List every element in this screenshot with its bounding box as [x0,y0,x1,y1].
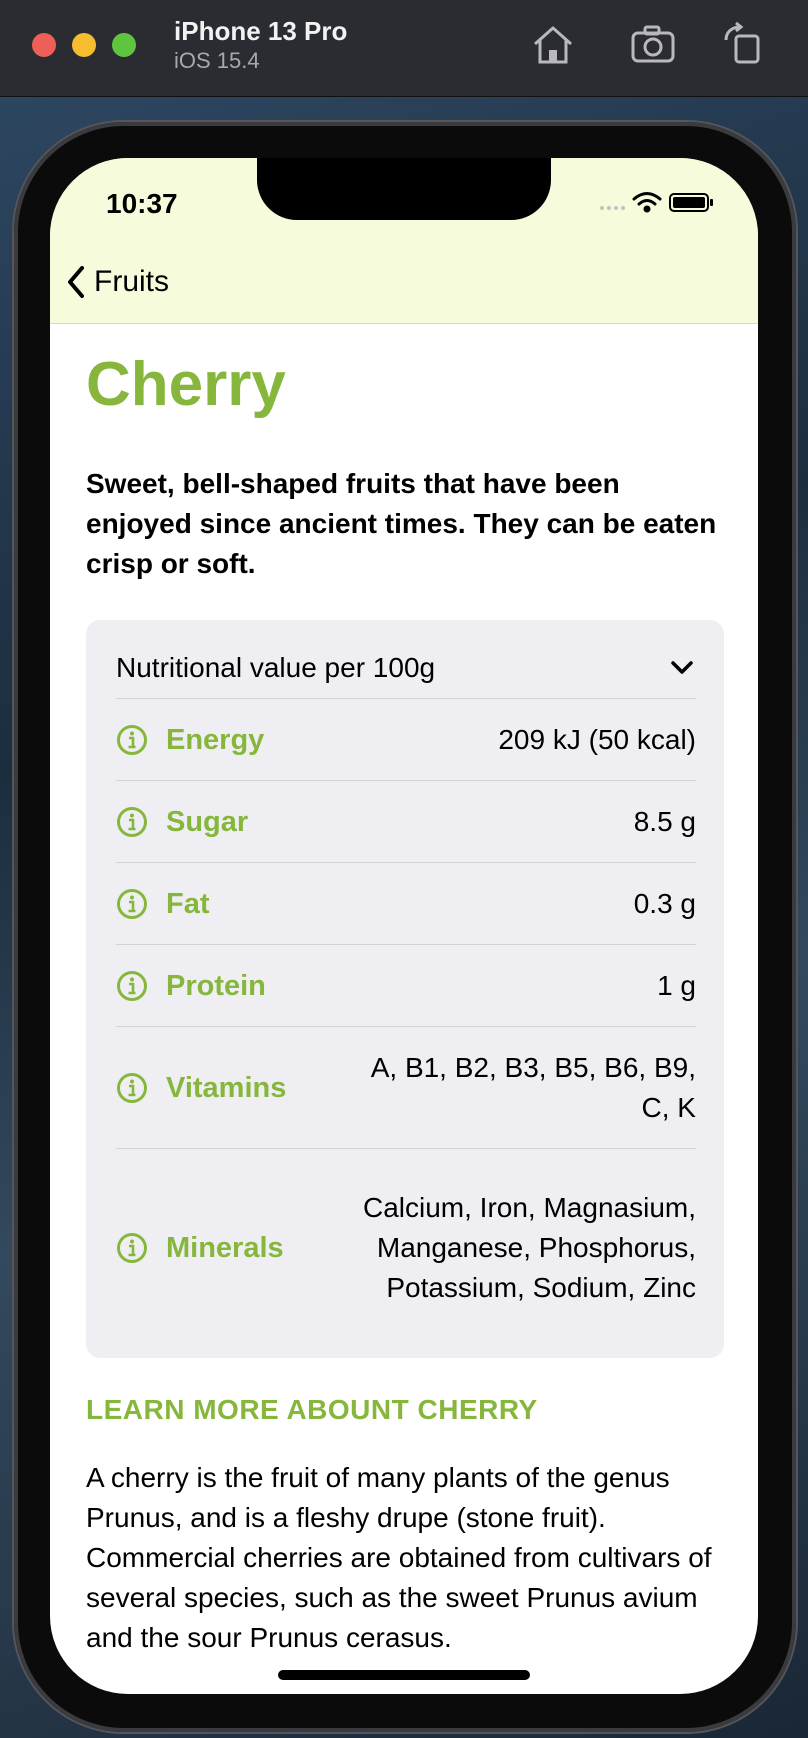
nutrition-disclosure-header[interactable]: Nutritional value per 100g [116,638,696,699]
nutrition-label: Fat [166,887,210,920]
nutrition-value: Calcium, Iron, Magnasium, Manganese, Pho… [362,1192,696,1303]
nutrition-header-label: Nutritional value per 100g [116,652,436,683]
learn-more-heading: LEARN MORE ABOUNT CHERRY [86,1394,538,1425]
signal-icon [600,206,625,210]
nutrition-label: Minerals [166,1231,284,1264]
nutrition-label: Sugar [166,805,249,838]
nutrition-value: 209 kJ (50 kcal) [498,724,696,755]
nutrition-row-sugar: Sugar 8.5 g [116,782,696,863]
nutrition-value: 0.3 g [633,888,696,919]
back-button[interactable]: Fruits [62,260,169,304]
nutrition-row-vitamins: Vitamins A, B1, B2, B3, B5, B6, B9, C, K [116,1028,696,1149]
nutrition-value: 8.5 g [633,806,696,837]
info-circle-icon [117,1073,147,1103]
nutrition-card: Nutritional value per 100g Energy 209 kJ… [86,620,724,1358]
minimize-window-button[interactable] [72,33,96,57]
info-circle-icon [117,725,147,755]
info-circle-icon [117,971,147,1001]
close-window-button[interactable] [32,33,56,57]
nutrition-row-protein: Protein 1 g [116,946,696,1027]
status-icons [600,192,713,213]
fruit-title: Cherry [86,350,286,419]
battery-icon [669,193,713,212]
rotate-icon[interactable] [722,22,768,68]
os-version: iOS 15.4 [174,48,260,73]
home-indicator[interactable] [278,1670,530,1680]
nutrition-label: Vitamins [166,1071,287,1104]
info-circle-icon [117,1233,147,1263]
device-name: iPhone 13 Pro [174,16,348,46]
info-circle-icon [117,889,147,919]
nutrition-label: Protein [166,969,266,1002]
wifi-icon [632,192,662,213]
home-icon[interactable] [530,22,576,68]
fruit-description: A cherry is the fruit of many plants of … [86,1462,712,1653]
zoom-window-button[interactable] [112,33,136,57]
screenshot-icon[interactable] [630,22,676,68]
chevron-left-icon [68,266,84,298]
back-button-label: Fruits [94,265,169,298]
notch [257,158,551,220]
nutrition-value: 1 g [657,970,696,1001]
nutrition-row-energy: Energy 209 kJ (50 kcal) [116,700,696,781]
simulator-title-bar: iPhone 13 Pro iOS 15.4 [0,0,808,97]
chevron-down-icon [671,661,693,674]
nutrition-value: A, B1, B2, B3, B5, B6, B9, C, K [370,1052,696,1123]
navigation-bar: 10:37 Fruits [50,158,758,324]
fruit-headline: Sweet, bell-shaped fruits that have been… [86,468,717,579]
info-circle-icon [117,807,147,837]
phone-screen: 10:37 Fruits Cherry Sweet, bell-shaped f… [50,158,758,1694]
nutrition-label: Energy [166,723,265,756]
status-time: 10:37 [106,188,178,219]
nutrition-row-fat: Fat 0.3 g [116,864,696,945]
nutrition-row-minerals: Minerals Calcium, Iron, Magnasium, Manga… [116,1150,696,1346]
fruit-header: Cherry Sweet, bell-shaped fruits that ha… [86,350,726,580]
